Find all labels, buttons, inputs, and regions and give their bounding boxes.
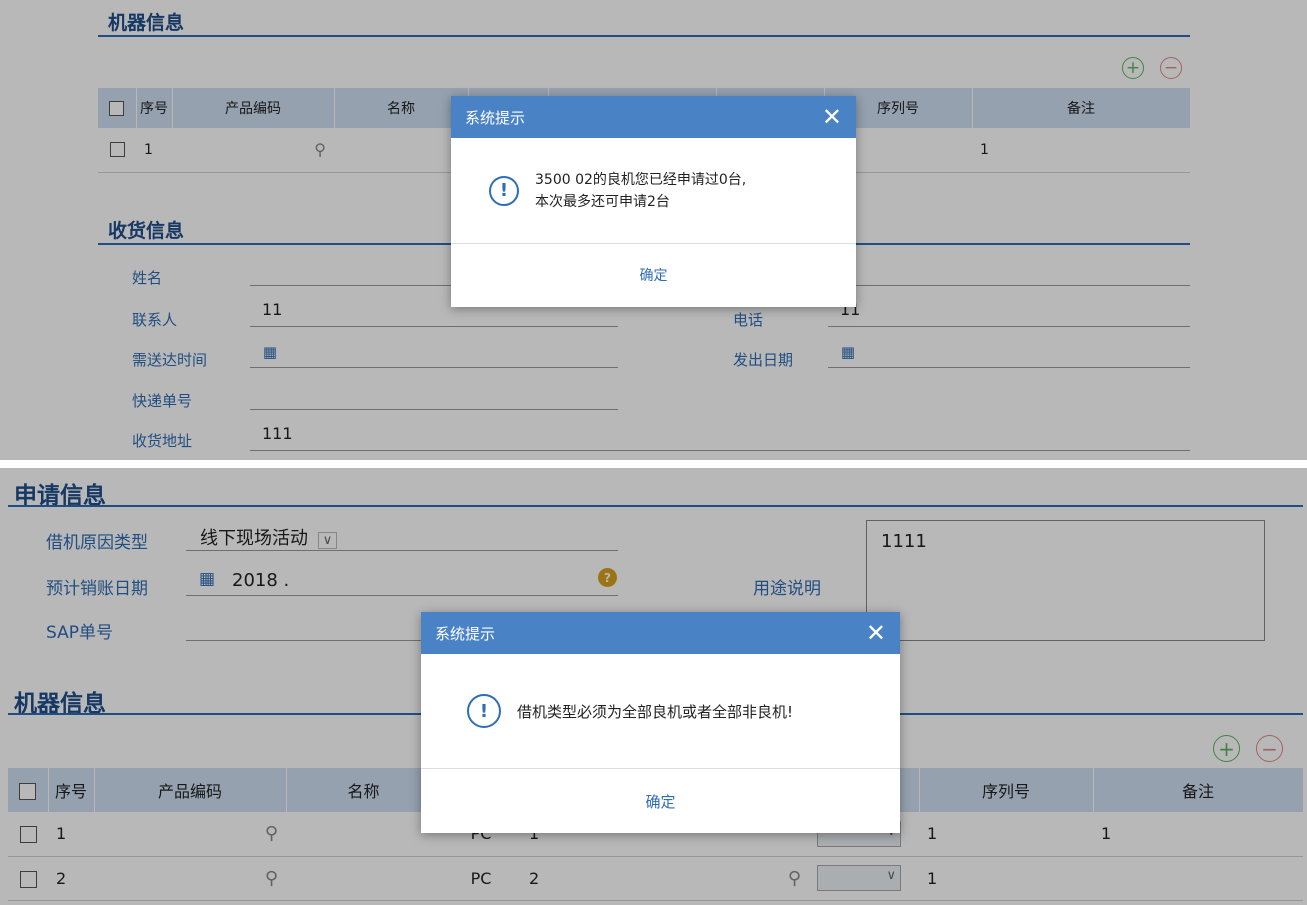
writeoff-date-label: 预计销账日期 xyxy=(46,579,148,599)
confirm-button[interactable]: 确定 xyxy=(451,244,856,306)
extra-cell[interactable]: ⚲ xyxy=(629,856,809,901)
select-all-checkbox[interactable] xyxy=(98,88,137,128)
purpose-textarea[interactable]: 1111 xyxy=(866,520,1265,641)
ship-date-field[interactable] xyxy=(828,367,1190,368)
column-header: 名称 xyxy=(286,768,442,812)
help-icon[interactable]: ? xyxy=(598,568,617,587)
chevron-down-icon: ∨ xyxy=(317,532,338,549)
writeoff-date-field[interactable]: 2018 . xyxy=(232,570,289,591)
remove-row-icon[interactable]: − xyxy=(1160,57,1182,79)
search-icon[interactable]: ⚲ xyxy=(788,868,801,889)
phone-label: 电话 xyxy=(733,311,764,329)
row-checkbox[interactable] xyxy=(98,128,136,173)
type-cell: PC xyxy=(441,856,521,901)
remove-row-icon[interactable]: − xyxy=(1256,735,1283,762)
screenshot-panel-top: 机器信息 + − 序号 产品编码 名称 型 序列号 备注 1 ⚲ ∨ 1 1 xyxy=(0,0,1307,460)
section-divider xyxy=(8,505,1303,507)
deliver-time-label: 需送达时间 xyxy=(132,351,208,369)
dialog-body: ! 借机类型必须为全部良机或者全部非良机! xyxy=(421,654,900,769)
sap-label: SAP单号 xyxy=(46,623,113,643)
product-code-cell[interactable]: ⚲ xyxy=(94,856,286,901)
deliver-time-field[interactable] xyxy=(250,367,618,368)
column-header: 名称 xyxy=(334,88,469,128)
name-cell[interactable] xyxy=(286,856,441,901)
chevron-down-icon: ∨ xyxy=(886,868,896,883)
writeoff-underline xyxy=(186,595,618,596)
warning-icon: ! xyxy=(489,175,519,206)
dialog-message-line2: 本次最多还可申请2台 xyxy=(535,193,670,210)
product-code-cell[interactable]: ⚲ xyxy=(94,812,286,857)
calendar-icon[interactable]: ▦ xyxy=(196,568,218,590)
ship-date-label: 发出日期 xyxy=(733,351,794,369)
system-alert-dialog: 系统提示 ✕ ! 3500 02的良机您已经申请过0台, 本次最多还可申请2台 … xyxy=(451,96,856,307)
dialog-message-line1: 3500 02的良机您已经申请过0台, xyxy=(535,171,747,188)
column-header: 备注 xyxy=(972,88,1191,128)
system-alert-dialog: 系统提示 ✕ ! 借机类型必须为全部良机或者全部非良机! 确定 xyxy=(421,612,900,833)
column-header: 序列号 xyxy=(919,768,1094,812)
column-header: 产品编码 xyxy=(94,768,287,812)
reason-value: 线下现场活动 xyxy=(200,528,308,549)
close-icon[interactable]: ✕ xyxy=(866,621,886,645)
receipt-info-title: 收货信息 xyxy=(108,220,185,242)
serial-cell[interactable]: 1 xyxy=(919,812,1093,857)
select-all-checkbox[interactable] xyxy=(8,768,49,812)
row-index: 1 xyxy=(48,812,94,857)
reason-underline xyxy=(186,550,618,551)
table-row: 2 ⚲ PC 2 ⚲ ∨ 1 xyxy=(8,856,1303,901)
phone-underline xyxy=(828,326,1190,327)
search-icon[interactable]: ⚲ xyxy=(314,140,326,159)
panel-divider xyxy=(0,460,1307,468)
dialog-body: ! 3500 02的良机您已经申请过0台, 本次最多还可申请2台 xyxy=(451,138,856,244)
model-select[interactable]: ∨ xyxy=(809,856,919,901)
search-icon[interactable]: ⚲ xyxy=(265,868,278,889)
search-icon[interactable]: ⚲ xyxy=(265,823,278,844)
product-code-cell[interactable]: ⚲ xyxy=(172,128,334,173)
dialog-message: 借机类型必须为全部良机或者全部非良机! xyxy=(517,702,794,721)
screenshot-panel-bottom: 申请信息 借机原因类型 线下现场活动 ∨ 预计销账日期 ▦ 2018 . ? S… xyxy=(0,468,1307,905)
add-row-icon[interactable]: + xyxy=(1122,57,1144,79)
close-icon[interactable]: ✕ xyxy=(822,105,842,129)
address-label: 收货地址 xyxy=(132,432,193,450)
section-divider xyxy=(98,35,1190,37)
column-header: 产品编码 xyxy=(172,88,335,128)
add-row-icon[interactable]: + xyxy=(1213,735,1240,762)
contact-label: 联系人 xyxy=(132,311,178,329)
warning-icon: ! xyxy=(467,694,501,728)
serial-cell[interactable]: 1 xyxy=(919,856,1093,901)
column-header: 序号 xyxy=(48,768,95,812)
reason-label: 借机原因类型 xyxy=(46,533,148,553)
remark-cell[interactable] xyxy=(1093,856,1303,901)
calendar-icon[interactable]: ▦ xyxy=(260,343,280,361)
name-cell[interactable] xyxy=(286,812,441,857)
machine-info-title: 机器信息 xyxy=(108,12,185,34)
tracking-label: 快递单号 xyxy=(132,392,193,410)
row-index: 2 xyxy=(48,856,94,901)
row-index: 1 xyxy=(136,128,172,173)
name-cell[interactable] xyxy=(334,128,468,173)
column-header: 序号 xyxy=(136,88,173,128)
dialog-header: 系统提示 ✕ xyxy=(421,612,900,654)
confirm-button[interactable]: 确定 xyxy=(421,769,900,833)
address-underline xyxy=(250,450,1190,451)
name-label: 姓名 xyxy=(132,269,163,287)
remark-cell[interactable]: 1 xyxy=(972,128,1190,173)
purpose-label: 用途说明 xyxy=(753,579,821,599)
dialog-title: 系统提示 xyxy=(435,624,496,643)
row-checkbox[interactable] xyxy=(8,856,48,901)
contact-field[interactable]: 11 xyxy=(262,300,282,319)
tracking-field[interactable] xyxy=(250,409,618,410)
contact-underline xyxy=(250,326,618,327)
address-field[interactable]: 111 xyxy=(262,424,293,443)
reason-select[interactable]: 线下现场活动 ∨ xyxy=(200,524,338,550)
remark-cell[interactable]: 1 xyxy=(1093,812,1303,857)
dialog-title: 系统提示 xyxy=(465,108,526,127)
qty-cell[interactable]: 2 xyxy=(521,856,629,901)
calendar-icon[interactable]: ▦ xyxy=(838,343,858,361)
row-checkbox[interactable] xyxy=(8,812,48,857)
column-header: 备注 xyxy=(1093,768,1304,812)
dialog-header: 系统提示 ✕ xyxy=(451,96,856,138)
